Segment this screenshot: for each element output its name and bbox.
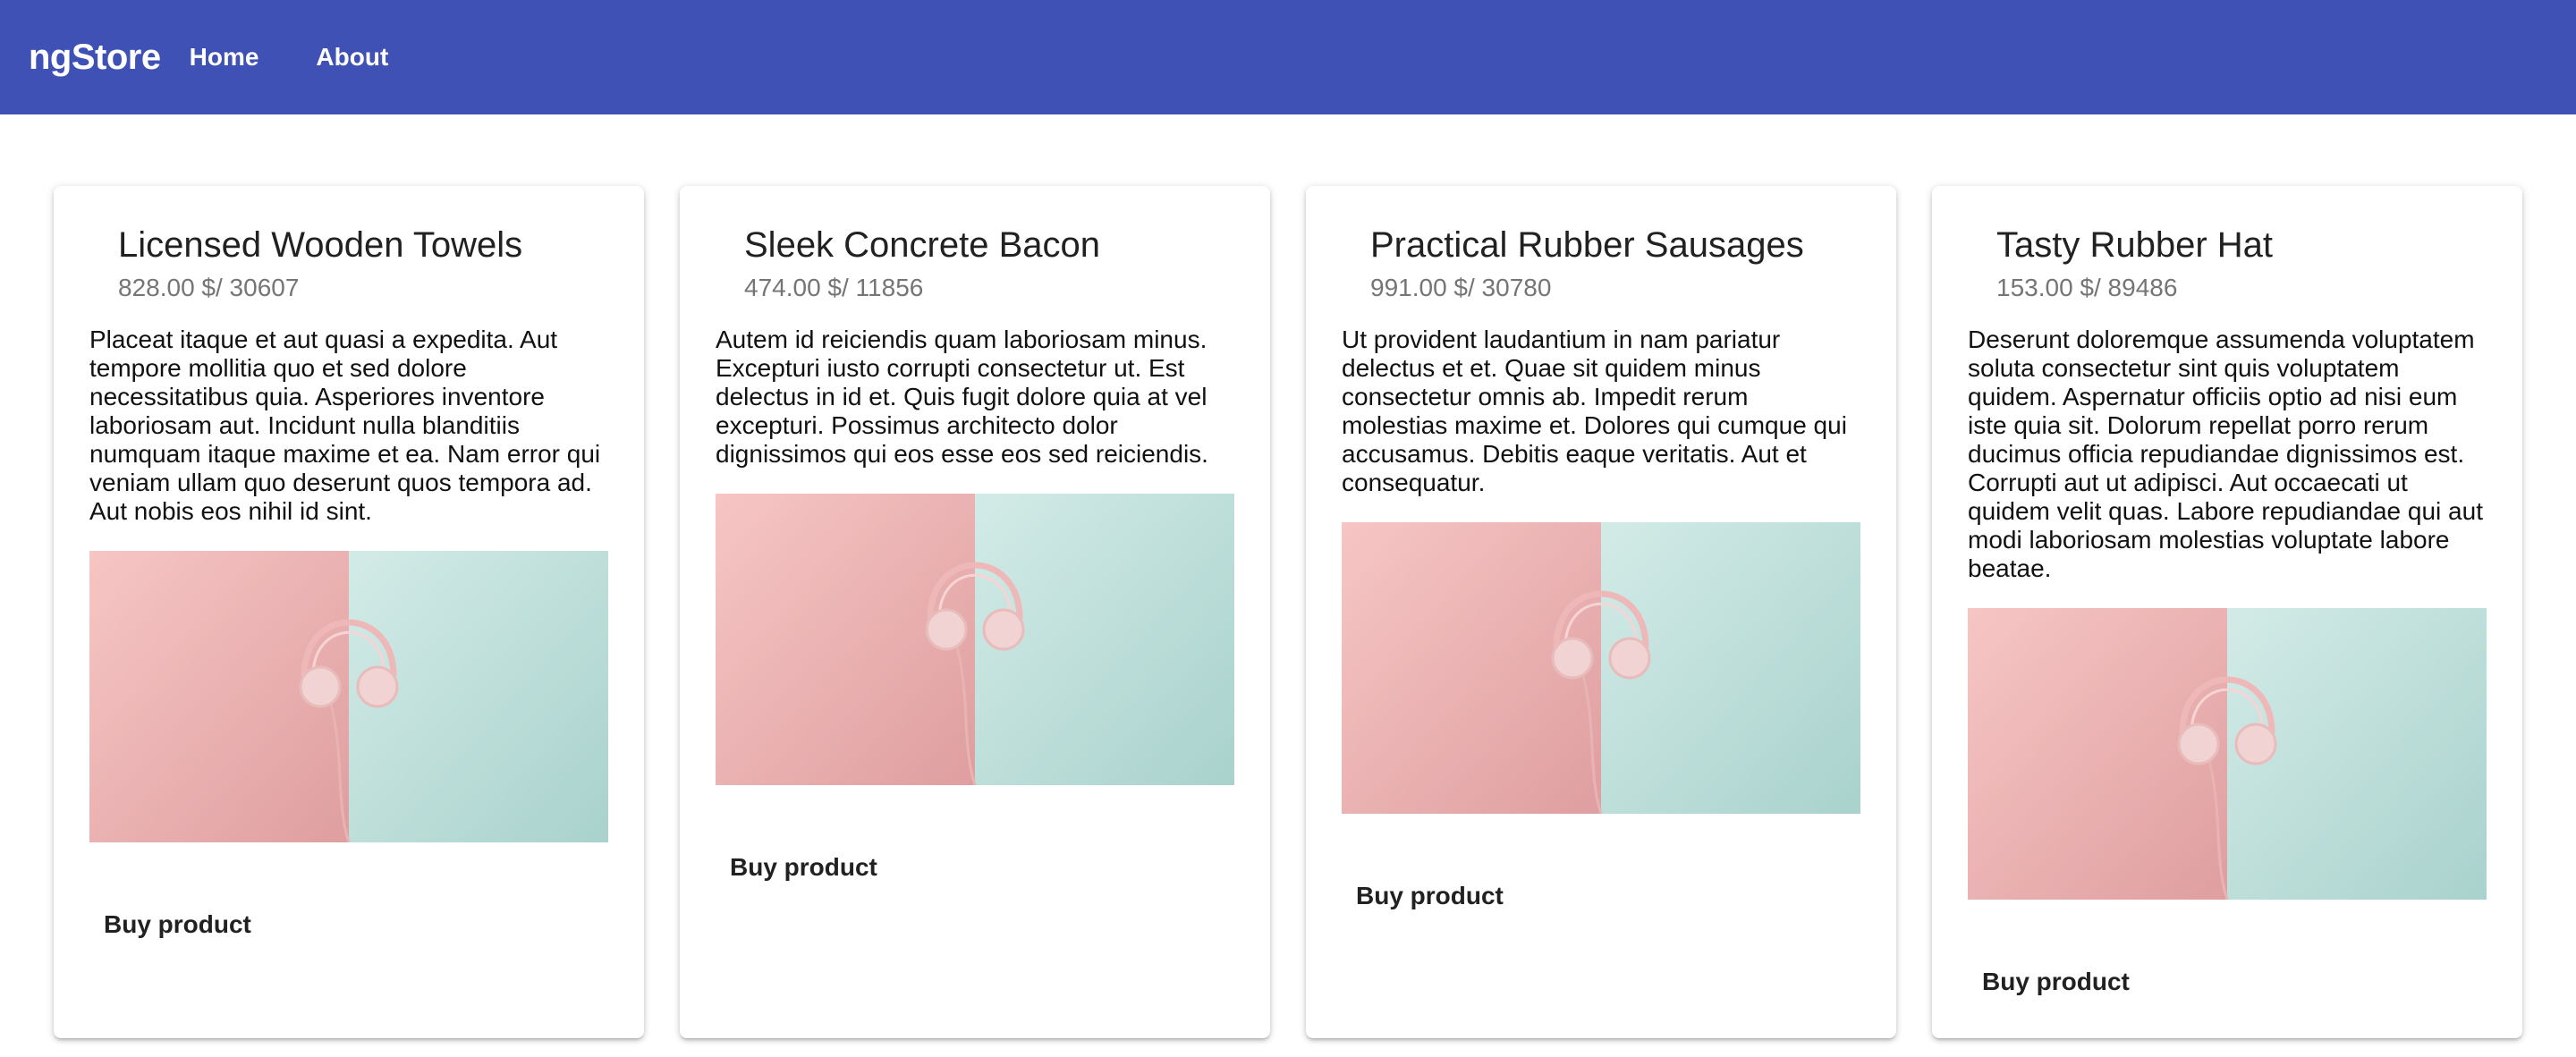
card-header: Sleek Concrete Bacon 474.00 $/ 11856 xyxy=(716,222,1234,306)
card-header: Practical Rubber Sausages 991.00 $/ 3078… xyxy=(1342,222,1860,306)
brand-logo[interactable]: ngStore xyxy=(29,38,161,78)
product-card: Tasty Rubber Hat 153.00 $/ 89486 Deserun… xyxy=(1932,186,2522,1038)
buy-product-button[interactable]: Buy product xyxy=(1968,960,2144,1003)
product-description: Deserunt doloremque assumenda voluptatem… xyxy=(1968,326,2483,582)
product-title: Practical Rubber Sausages xyxy=(1370,225,1804,265)
product-price: 991.00 $/ 30780 xyxy=(1370,274,1552,301)
product-card: Sleek Concrete Bacon 474.00 $/ 11856 Aut… xyxy=(680,186,1270,1038)
headphones-image xyxy=(716,494,1234,785)
product-title: Tasty Rubber Hat xyxy=(1996,225,2274,265)
nav-about-link[interactable]: About xyxy=(287,25,417,89)
headphones-image xyxy=(1342,522,1860,814)
product-description: Ut provident laudantium in nam pariatur … xyxy=(1342,326,1847,496)
buy-product-button[interactable]: Buy product xyxy=(89,903,266,946)
product-card: Licensed Wooden Towels 828.00 $/ 30607 P… xyxy=(54,186,644,1038)
nav-home-link[interactable]: Home xyxy=(190,25,288,89)
card-header: Licensed Wooden Towels 828.00 $/ 30607 xyxy=(89,222,608,306)
product-card: Practical Rubber Sausages 991.00 $/ 3078… xyxy=(1306,186,1896,1038)
product-price: 153.00 $/ 89486 xyxy=(1996,274,2178,301)
product-title: Licensed Wooden Towels xyxy=(118,225,523,265)
product-description: Autem id reiciendis quam laboriosam minu… xyxy=(716,326,1208,468)
top-toolbar: ngStore Home About xyxy=(0,0,2576,114)
product-grid: Licensed Wooden Towels 828.00 $/ 30607 P… xyxy=(54,186,2522,1038)
product-price: 828.00 $/ 30607 xyxy=(118,274,300,301)
buy-product-button[interactable]: Buy product xyxy=(716,846,892,889)
headphones-image xyxy=(1968,608,2487,900)
product-title: Sleek Concrete Bacon xyxy=(744,225,1101,265)
product-description: Placeat itaque et aut quasi a expedita. … xyxy=(89,326,601,525)
buy-product-button[interactable]: Buy product xyxy=(1342,875,1518,917)
card-header: Tasty Rubber Hat 153.00 $/ 89486 xyxy=(1968,222,2487,306)
headphones-image xyxy=(89,551,608,842)
product-price: 474.00 $/ 11856 xyxy=(744,274,924,301)
